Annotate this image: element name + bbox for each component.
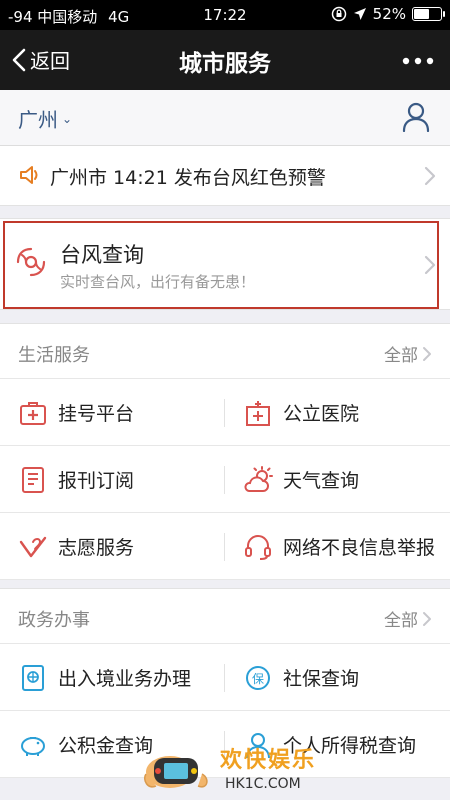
watermark-title: 欢快娱乐 xyxy=(220,748,317,773)
passport-icon xyxy=(22,664,44,691)
city-bar: 广州 ⌄ xyxy=(0,90,450,146)
speaker-icon xyxy=(20,166,38,184)
chevron-right-icon xyxy=(423,346,431,361)
piggy-bank-icon xyxy=(21,736,45,756)
typhoon-alert-row[interactable]: 广州市 14:21 发布台风红色预警 xyxy=(0,146,450,206)
headset-icon xyxy=(245,534,271,560)
service-label: 报刊订阅 xyxy=(58,470,135,492)
view-all-label: 全部 xyxy=(384,346,418,366)
city-name: 广州 xyxy=(18,108,58,132)
service-item-newspaper[interactable]: 报刊订阅 xyxy=(0,446,224,513)
service-item-volunteer[interactable]: 志愿服务 xyxy=(0,513,224,580)
view-all-label: 全部 xyxy=(384,611,418,631)
more-button[interactable] xyxy=(402,50,434,69)
chevron-down-icon: ⌄ xyxy=(62,111,73,126)
watermark: 欢快娱乐 HK1C.COM xyxy=(140,738,340,800)
service-label: 网络不良信息举报 xyxy=(283,537,436,559)
service-item-report[interactable]: 网络不良信息举报 xyxy=(225,513,449,580)
newspaper-icon xyxy=(22,466,44,493)
battery-percent: 52% xyxy=(372,5,406,23)
location-arrow-icon xyxy=(353,8,366,20)
typhoon-subtitle: 实时查台风，出行有备无患！ xyxy=(60,273,256,291)
life-services-header: 生活服务 全部 xyxy=(0,323,450,379)
service-label: 社保查询 xyxy=(283,668,360,690)
service-item-immigration[interactable]: 出入境业务办理 xyxy=(0,644,224,711)
game-controller-logo xyxy=(144,756,208,788)
alert-text: 广州市 14:21 发布台风红色预警 xyxy=(50,167,326,189)
life-services-row-2: 报刊订阅 天气查询 xyxy=(0,446,450,513)
service-label: 志愿服务 xyxy=(58,537,135,559)
profile-button[interactable] xyxy=(402,102,430,136)
heart-hand-icon xyxy=(19,536,47,557)
service-label: 挂号平台 xyxy=(58,403,135,425)
view-all-life-services[interactable]: 全部 xyxy=(384,341,432,366)
rotation-lock-icon xyxy=(331,6,346,22)
chevron-right-icon xyxy=(424,166,436,186)
social-security-icon: 保 xyxy=(246,665,270,690)
watermark-url: HK1C.COM xyxy=(225,776,301,792)
svg-text:保: 保 xyxy=(252,672,264,686)
section-title: 政务办事 xyxy=(18,610,90,631)
gov-services-header: 政务办事 全部 xyxy=(0,588,450,644)
city-selector[interactable]: 广州 ⌄ xyxy=(18,104,72,133)
service-item-social-security[interactable]: 保 社保查询 xyxy=(225,644,449,711)
weather-icon xyxy=(244,465,273,492)
section-title: 生活服务 xyxy=(18,345,90,366)
gov-services-row-1: 出入境业务办理 保 社保查询 xyxy=(0,644,450,711)
status-icons: 52% xyxy=(331,5,445,23)
service-label: 出入境业务办理 xyxy=(58,668,192,690)
service-item-registration[interactable]: 挂号平台 xyxy=(0,379,224,446)
service-item-weather[interactable]: 天气查询 xyxy=(225,446,449,513)
battery-icon xyxy=(412,7,445,21)
status-bar: -94 中国移动 4G 17:22 52% xyxy=(0,0,450,30)
service-label: 公积金查询 xyxy=(58,735,154,757)
hospital-icon xyxy=(246,400,270,426)
page-title: 城市服务 xyxy=(179,51,271,77)
more-dots-icon xyxy=(402,57,434,65)
chevron-right-icon xyxy=(424,255,436,275)
view-all-gov-services[interactable]: 全部 xyxy=(384,606,432,631)
typhoon-query-row[interactable]: 台风查询 实时查台风，出行有备无患！ xyxy=(0,218,450,310)
service-label: 天气查询 xyxy=(283,470,360,492)
typhoon-title: 台风查询 xyxy=(60,243,144,267)
chevron-right-icon xyxy=(423,611,431,626)
navigation-bar: 返回 城市服务 xyxy=(0,30,450,90)
service-label: 公立医院 xyxy=(283,403,360,425)
user-icon xyxy=(402,102,430,133)
medical-kit-icon xyxy=(20,401,46,425)
service-item-public-hospital[interactable]: 公立医院 xyxy=(225,379,449,446)
life-services-row-3: 志愿服务 网络不良信息举报 xyxy=(0,513,450,580)
life-services-row-1: 挂号平台 公立医院 xyxy=(0,379,450,446)
typhoon-icon xyxy=(16,247,46,277)
